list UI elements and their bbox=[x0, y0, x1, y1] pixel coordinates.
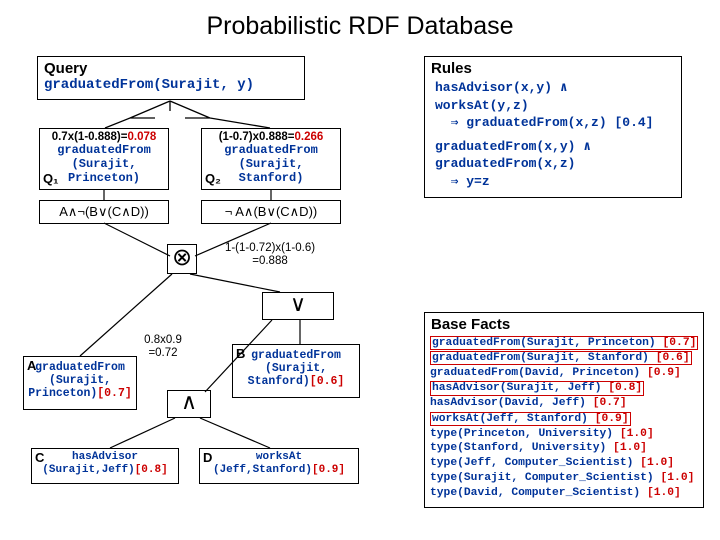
page-title: Probabilistic RDF Database bbox=[0, 0, 720, 41]
rule1-line1: hasAdvisor(x,y) ∧ bbox=[435, 80, 568, 95]
query-panel: Query graduatedFrom(Surajit, y) bbox=[37, 56, 305, 100]
query-header: Query bbox=[38, 57, 304, 77]
fact-row: worksAt(Jeff, Stanford) [0.9] bbox=[429, 411, 699, 426]
op-or: ∨ bbox=[262, 292, 334, 320]
d-pred: worksAt(Jeff,Stanford)[0.9] bbox=[202, 451, 356, 476]
b-pred: graduatedFrom(Surajit,Stanford)[0.6] bbox=[235, 349, 357, 389]
rules-body: hasAdvisor(x,y) ∧ worksAt(y,z) ⇒ graduat… bbox=[425, 77, 681, 196]
fact-row: hasAdvisor(David, Jeff) [0.7] bbox=[429, 396, 699, 411]
facts-list: graduatedFrom(Surajit, Princeton) [0.7]g… bbox=[425, 333, 703, 505]
rule1-line3: ⇒ graduatedFrom(x,z) [0.4] bbox=[451, 115, 654, 130]
rules-header: Rules bbox=[425, 57, 681, 77]
query-text: graduatedFrom(Surajit, y) bbox=[38, 77, 304, 97]
node-a: A graduatedFrom(Surajit,Princeton)[0.7] bbox=[23, 356, 137, 410]
rule2-line1: graduatedFrom(x,y) ∧ bbox=[435, 139, 591, 154]
q2-pred: graduatedFrom(Surajit,Stanford) bbox=[204, 144, 338, 185]
rule1-line2: worksAt(y,z) bbox=[435, 98, 529, 113]
rule2-line3: ⇒ y=z bbox=[451, 174, 490, 189]
fact-row: type(Stanford, University) [1.0] bbox=[429, 441, 699, 456]
facts-header: Base Facts bbox=[425, 313, 703, 333]
rule2-line2: graduatedFrom(x,z) bbox=[435, 156, 575, 171]
q2-tag: Q₂ bbox=[205, 172, 221, 187]
node-b: B graduatedFrom(Surajit,Stanford)[0.6] bbox=[232, 344, 360, 398]
b-tag: B bbox=[236, 347, 245, 362]
c-tag: C bbox=[35, 451, 44, 466]
node-c: C hasAdvisor(Surajit,Jeff)[0.8] bbox=[31, 448, 179, 484]
facts-panel: Base Facts graduatedFrom(Surajit, Prince… bbox=[424, 312, 704, 508]
formula-2: ¬ A∧(B∨(C∧D)) bbox=[201, 200, 341, 224]
a-pred: graduatedFrom(Surajit,Princeton)[0.7] bbox=[26, 361, 134, 401]
fact-row: type(Princeton, University) [1.0] bbox=[429, 427, 699, 442]
fact-row: type(Surajit, Computer_Scientist) [1.0] bbox=[429, 471, 699, 486]
rules-panel: Rules hasAdvisor(x,y) ∧ worksAt(y,z) ⇒ g… bbox=[424, 56, 682, 198]
op-and: ∧ bbox=[167, 390, 211, 418]
fact-row: type(Jeff, Computer_Scientist) [1.0] bbox=[429, 456, 699, 471]
calc-or-result: 1-(1-0.72)x(1-0.6)=0.888 bbox=[210, 242, 330, 268]
fact-row: graduatedFrom(Surajit, Princeton) [0.7] bbox=[429, 335, 699, 350]
op-tensor: ⊗ bbox=[167, 244, 197, 274]
q1-pred: graduatedFrom(Surajit,Princeton) bbox=[42, 144, 166, 185]
fact-row: hasAdvisor(Surajit, Jeff) [0.8] bbox=[429, 381, 699, 396]
c-pred: hasAdvisor(Surajit,Jeff)[0.8] bbox=[34, 451, 176, 476]
a-tag: A bbox=[27, 359, 36, 374]
d-tag: D bbox=[203, 451, 212, 466]
fact-row: type(David, Computer_Scientist) [1.0] bbox=[429, 486, 699, 501]
fact-row: graduatedFrom(Surajit, Stanford) [0.6] bbox=[429, 350, 699, 365]
q1-tag: Q₁ bbox=[43, 172, 59, 187]
node-q2: (1-0.7)x0.888=0.266 graduatedFrom(Suraji… bbox=[201, 128, 341, 190]
calc-and-result: 0.8x0.9=0.72 bbox=[134, 334, 192, 360]
node-q1: 0.7x(1-0.888)=0.078 graduatedFrom(Suraji… bbox=[39, 128, 169, 190]
node-d: D worksAt(Jeff,Stanford)[0.9] bbox=[199, 448, 359, 484]
formula-1: A∧¬(B∨(C∧D)) bbox=[39, 200, 169, 224]
fact-row: graduatedFrom(David, Princeton) [0.9] bbox=[429, 366, 699, 381]
